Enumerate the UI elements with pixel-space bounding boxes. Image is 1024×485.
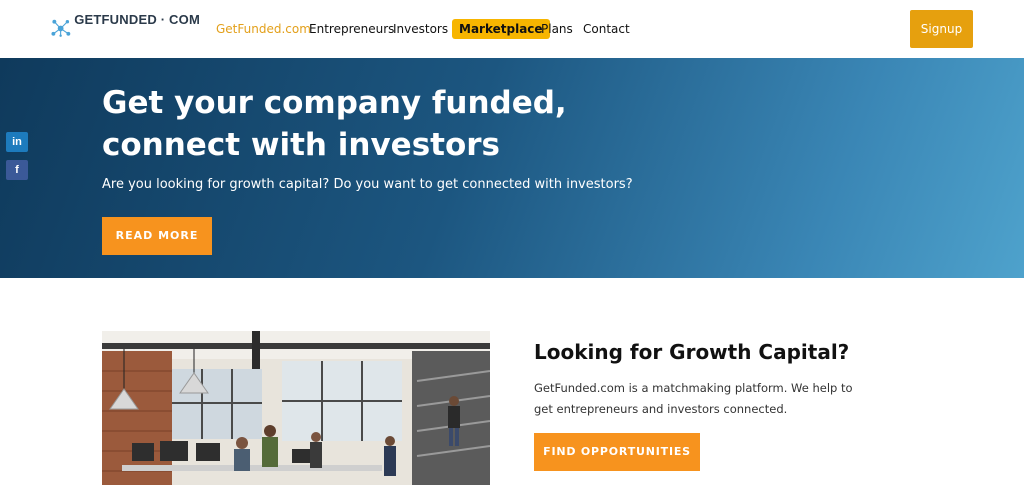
hero-banner: Get your company funded, connect with in… (0, 58, 1024, 278)
hero-title-line-2: connect with investors (102, 127, 501, 163)
office-illustration (102, 331, 490, 485)
site-logo[interactable]: GETFUNDED · COM (50, 9, 200, 47)
network-logo-icon (51, 19, 71, 37)
hero-subtitle: Are you looking for growth capital? Do y… (102, 177, 633, 192)
read-more-button[interactable]: READ MORE (102, 217, 212, 255)
signup-button[interactable]: Signup (910, 10, 973, 48)
logo-text: GETFUNDED · COM (74, 12, 200, 27)
find-opportunities-button[interactable]: FIND OPPORTUNITIES (534, 433, 700, 471)
linkedin-icon[interactable]: in (6, 132, 28, 152)
section-title: Looking for Growth Capital? (534, 340, 850, 364)
nav-item-entrepreneurs[interactable]: Entrepreneurs (309, 18, 394, 40)
nav-item-plans[interactable]: Plans (541, 18, 573, 40)
facebook-icon[interactable]: f (6, 160, 28, 180)
hero-title: Get your company funded, connect with in… (102, 82, 662, 166)
site-header: GETFUNDED · COM GetFunded.com Entreprene… (0, 0, 1024, 58)
section-description: GetFunded.com is a matchmaking platform.… (534, 381, 853, 416)
hero-title-line-1: Get your company funded, (102, 85, 567, 121)
nav-item-investors[interactable]: Investors (393, 18, 448, 40)
nav-item-marketplace[interactable]: Marketplace (452, 19, 550, 39)
office-photo (102, 331, 490, 485)
nav-item-contact[interactable]: Contact (583, 18, 630, 40)
nav-item-getfunded[interactable]: GetFunded.com (216, 18, 311, 40)
